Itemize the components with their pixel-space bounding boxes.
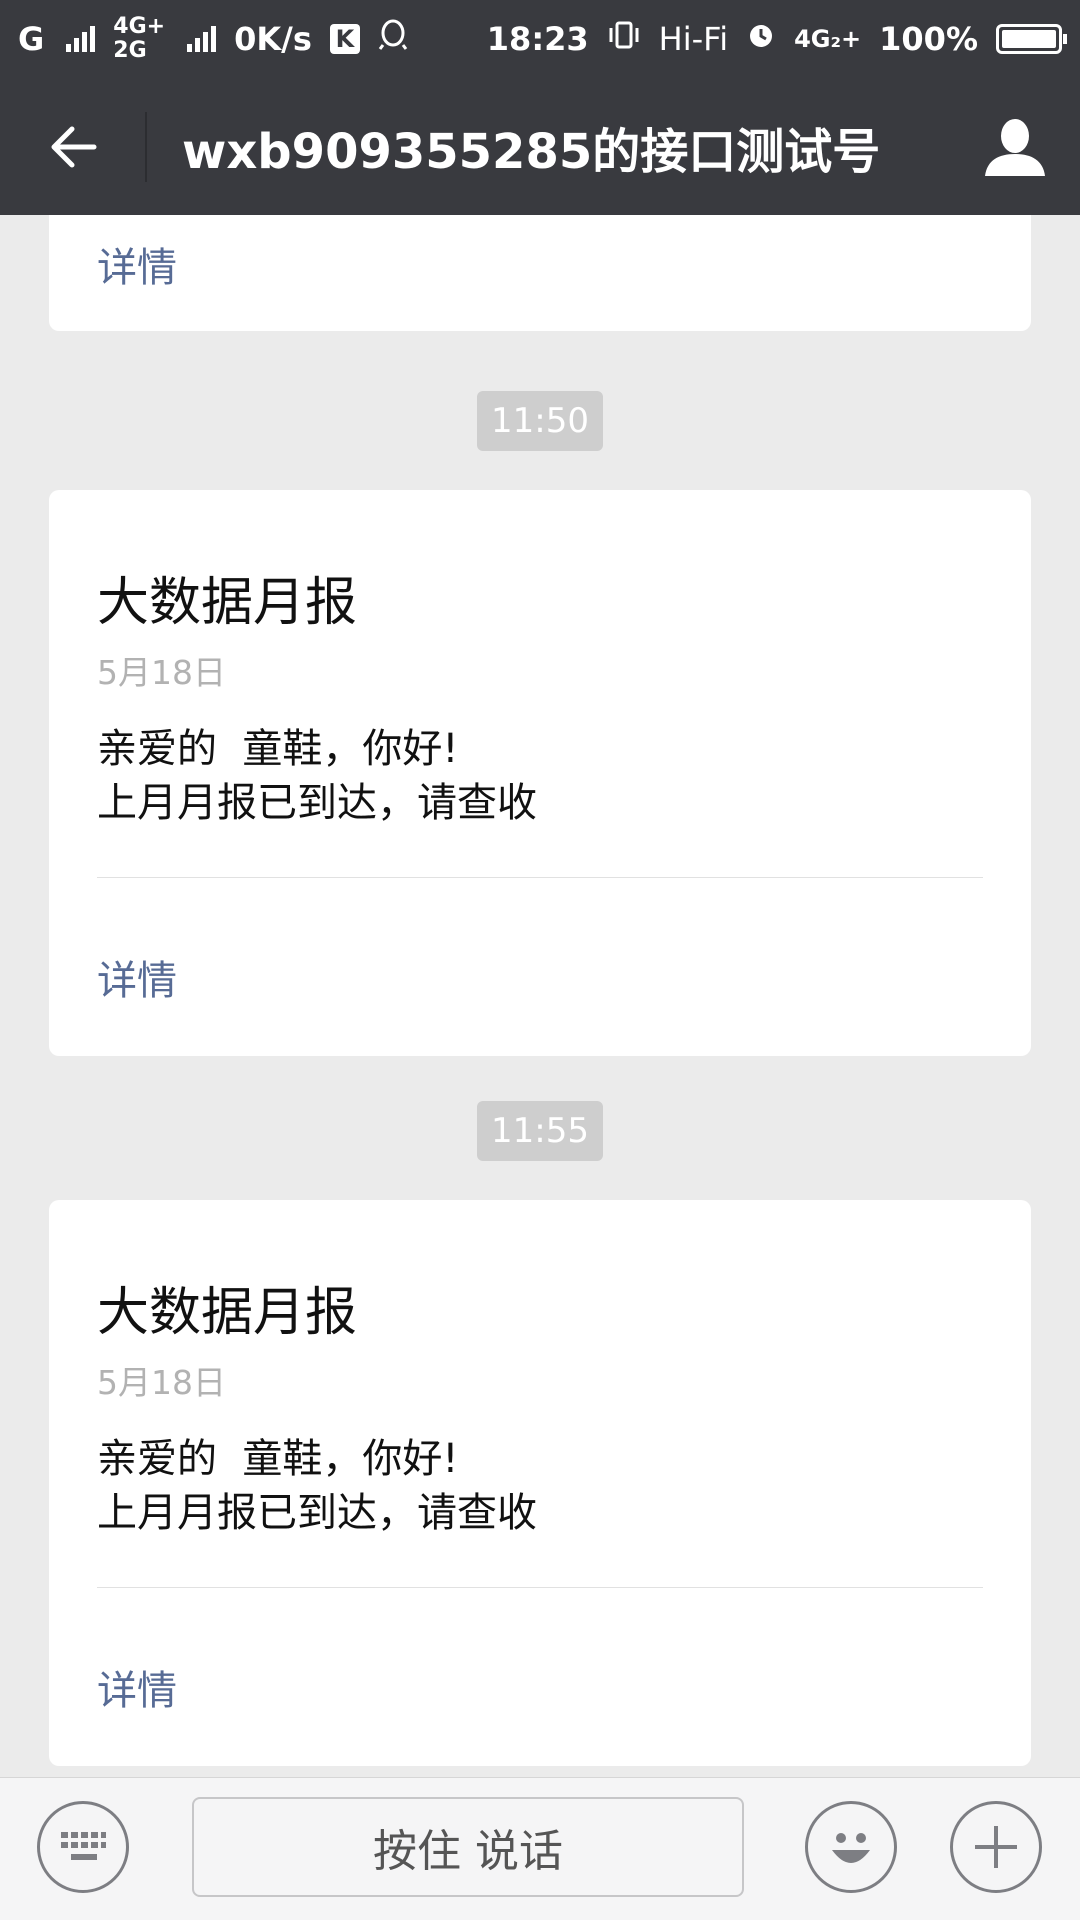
signal-icon-2 bbox=[187, 26, 217, 52]
more-button[interactable] bbox=[950, 1801, 1042, 1893]
page-title: wxb909355285的接口测试号 bbox=[182, 123, 881, 180]
keyboard-icon bbox=[61, 1832, 106, 1860]
card-body: 亲爱的 童鞋，你好! 上月月报已到达，请查收 bbox=[97, 722, 537, 830]
k-app-icon: K bbox=[329, 24, 360, 54]
message-card-partial[interactable]: 详情 bbox=[49, 215, 1031, 331]
plus-icon bbox=[975, 1826, 1017, 1868]
card-body-line: 亲爱的 童鞋，你好! bbox=[97, 726, 459, 772]
card-title: 大数据月报 bbox=[97, 1283, 358, 1343]
alarm-icon bbox=[746, 20, 776, 58]
card-date: 5月18日 bbox=[97, 1363, 226, 1402]
battery-percent: 100% bbox=[879, 20, 978, 58]
battery-icon bbox=[996, 24, 1067, 54]
back-button[interactable] bbox=[0, 78, 145, 215]
signal-icon bbox=[66, 26, 96, 52]
vibrate-icon bbox=[607, 20, 641, 58]
detail-link[interactable]: 详情 bbox=[97, 235, 177, 293]
status-right: 18:23 Hi-Fi 4G₂+ 100% bbox=[486, 20, 1067, 58]
network-type-bottom: 2G bbox=[113, 38, 147, 63]
smiley-icon bbox=[832, 1833, 870, 1863]
message-card[interactable]: 大数据月报 5月18日 亲爱的 童鞋，你好! 上月月报已到达，请查收 详情 bbox=[49, 490, 1031, 1056]
card-date: 5月18日 bbox=[97, 653, 226, 692]
card-body-line: 上月月报已到达，请查收 bbox=[97, 1490, 537, 1536]
emoji-button[interactable] bbox=[805, 1801, 897, 1893]
status-left: G 4G+ 2G 0K/s K bbox=[18, 15, 408, 63]
network-type-2: 4G₂+ bbox=[794, 25, 862, 53]
network-speed: 0K/s bbox=[234, 20, 312, 58]
card-divider bbox=[97, 877, 983, 878]
keyboard-button[interactable] bbox=[37, 1801, 129, 1893]
detail-link[interactable]: 详情 bbox=[97, 948, 177, 1006]
detail-link[interactable]: 详情 bbox=[97, 1658, 177, 1716]
carrier-label: G bbox=[18, 20, 45, 58]
network-type: 4G+ 2G bbox=[113, 15, 165, 63]
title-divider bbox=[145, 111, 147, 182]
card-body-line: 上月月报已到达，请查收 bbox=[97, 780, 537, 826]
person-icon bbox=[985, 118, 1045, 176]
timestamp: 11:50 bbox=[477, 391, 603, 451]
card-body-line: 亲爱的 童鞋，你好! bbox=[97, 1436, 459, 1482]
card-title: 大数据月报 bbox=[97, 573, 358, 633]
input-bar: 按住 说话 bbox=[0, 1777, 1080, 1920]
card-body: 亲爱的 童鞋，你好! 上月月报已到达，请查收 bbox=[97, 1432, 537, 1540]
hifi-label: Hi-Fi bbox=[658, 20, 729, 58]
hold-to-talk-button[interactable]: 按住 说话 bbox=[192, 1797, 744, 1897]
message-card[interactable]: 大数据月报 5月18日 亲爱的 童鞋，你好! 上月月报已到达，请查收 详情 bbox=[49, 1200, 1031, 1766]
clock: 18:23 bbox=[486, 20, 589, 58]
card-divider bbox=[97, 1587, 983, 1588]
arrow-left-icon bbox=[51, 126, 96, 167]
title-bar: wxb909355285的接口测试号 bbox=[0, 78, 1080, 215]
timestamp: 11:55 bbox=[477, 1101, 603, 1161]
qq-icon bbox=[378, 19, 408, 59]
status-bar: G 4G+ 2G 0K/s K 18:23 Hi-Fi 4G₂+ 100% bbox=[0, 0, 1080, 78]
message-list[interactable]: 详情 11:50 大数据月报 5月18日 亲爱的 童鞋，你好! 上月月报已到达，… bbox=[0, 215, 1080, 1777]
profile-button[interactable] bbox=[950, 78, 1080, 215]
network-type-top: 4G+ bbox=[113, 14, 166, 39]
